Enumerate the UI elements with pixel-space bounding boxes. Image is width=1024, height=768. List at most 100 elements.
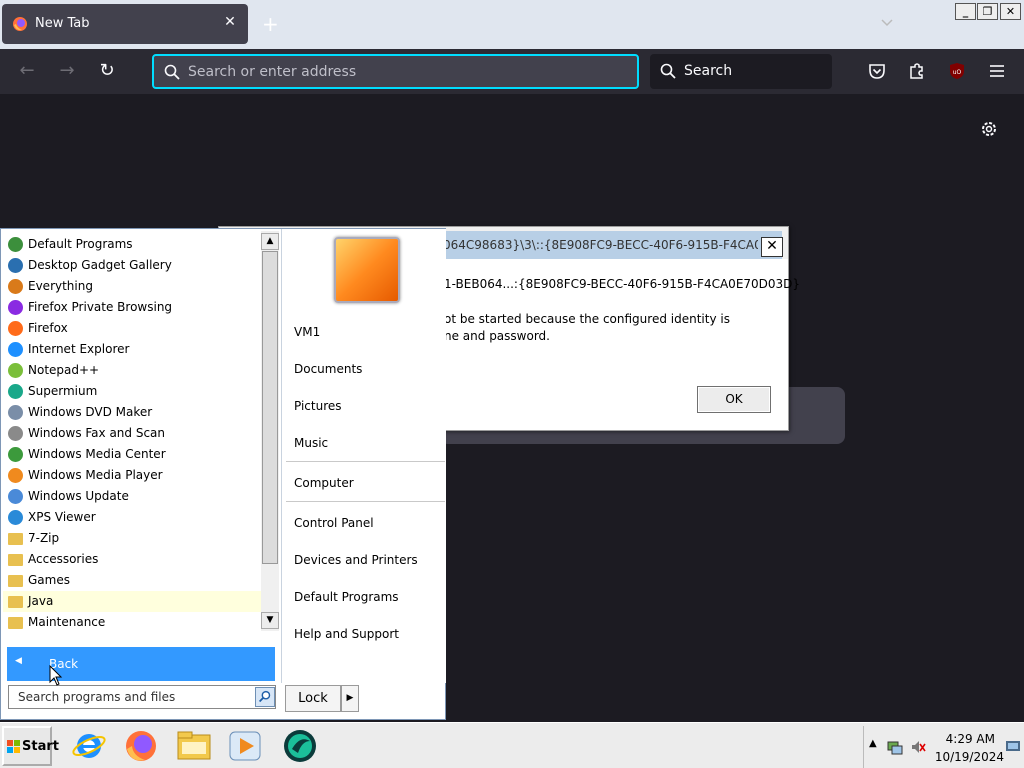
user-avatar[interactable] xyxy=(334,237,400,303)
extensions-icon[interactable] xyxy=(907,61,927,81)
program-item[interactable]: Windows Media Player xyxy=(3,465,261,486)
program-item[interactable]: Internet Explorer xyxy=(3,339,261,360)
volume-muted-icon[interactable] xyxy=(910,739,926,755)
start-button[interactable]: Start xyxy=(2,726,59,766)
program-item[interactable]: XPS Viewer xyxy=(3,507,261,528)
show-hidden-icons-icon[interactable]: ▲ xyxy=(869,738,877,749)
program-item[interactable]: Notepad++ xyxy=(3,360,261,381)
dialog-close-button[interactable]: ✕ xyxy=(761,237,783,257)
lock-button[interactable]: Lock xyxy=(285,685,341,712)
ok-button[interactable]: OK xyxy=(697,386,771,413)
program-label: Desktop Gadget Gallery xyxy=(28,258,172,272)
program-label: Notepad++ xyxy=(28,363,100,377)
program-item[interactable]: Windows DVD Maker xyxy=(3,402,261,423)
user-name-link[interactable]: VM1 xyxy=(294,325,320,339)
pocket-icon[interactable] xyxy=(867,61,887,81)
program-item[interactable]: Windows Update xyxy=(3,486,261,507)
svg-text:uO: uO xyxy=(953,69,962,76)
program-label: Maintenance xyxy=(28,615,106,629)
ublock-icon[interactable]: uO xyxy=(947,61,967,81)
dvd-maker-icon xyxy=(8,405,23,420)
clock-date[interactable]: 10/19/2024 xyxy=(934,750,1004,764)
program-item[interactable]: 7-Zip xyxy=(3,528,261,549)
clock-time[interactable]: 4:29 AM xyxy=(939,732,995,746)
documents-link[interactable]: Documents xyxy=(294,362,362,376)
private-browsing-icon xyxy=(8,300,23,315)
program-item[interactable]: Supermium xyxy=(3,381,261,402)
windows-update-icon xyxy=(8,489,23,504)
scroll-thumb[interactable] xyxy=(262,251,278,564)
explorer-icon[interactable] xyxy=(174,727,214,765)
program-label: Windows Update xyxy=(28,489,129,503)
tab-title: New Tab xyxy=(35,16,90,31)
program-item[interactable]: Windows Media Center xyxy=(3,444,261,465)
program-item[interactable]: Windows Fax and Scan xyxy=(3,423,261,444)
dialog-title: 064C98683}\3\::{8E908FC9-BECC-40F6-915B-… xyxy=(443,238,758,252)
settings-icon[interactable] xyxy=(979,119,999,139)
program-label: Internet Explorer xyxy=(28,342,130,356)
reload-button[interactable]: ↻ xyxy=(96,61,118,83)
tab-close-icon[interactable]: ✕ xyxy=(222,14,238,32)
default-programs-link[interactable]: Default Programs xyxy=(294,590,399,604)
network-icon[interactable] xyxy=(887,739,903,755)
program-label: Windows Media Player xyxy=(28,468,163,482)
forward-button[interactable]: → xyxy=(56,61,78,83)
show-desktop-icon[interactable] xyxy=(1005,738,1021,754)
program-item[interactable]: Games xyxy=(3,570,261,591)
search-programs-input[interactable] xyxy=(11,688,249,706)
program-item[interactable]: Firefox xyxy=(3,318,261,339)
tab-new-tab[interactable]: New Tab ✕ xyxy=(2,4,248,44)
devices-printers-link[interactable]: Devices and Printers xyxy=(294,553,418,567)
control-panel-link[interactable]: Control Panel xyxy=(294,516,374,530)
scroll-up-button[interactable]: ▲ xyxy=(261,233,279,250)
program-label: Accessories xyxy=(28,552,99,566)
folder-icon xyxy=(8,596,23,608)
search-programs-box[interactable] xyxy=(8,685,276,709)
program-item[interactable]: Maintenance xyxy=(3,612,261,631)
program-item[interactable]: Firefox Private Browsing xyxy=(3,297,261,318)
program-label: Windows Fax and Scan xyxy=(28,426,166,440)
program-label: Supermium xyxy=(28,384,98,398)
internet-explorer-icon[interactable] xyxy=(69,727,109,765)
menu-icon[interactable] xyxy=(987,61,1007,81)
media-player-icon[interactable] xyxy=(225,727,265,765)
pictures-link[interactable]: Pictures xyxy=(294,399,342,413)
separator xyxy=(286,461,445,462)
program-item[interactable]: Java xyxy=(3,591,261,612)
windows-flag-icon xyxy=(7,740,20,753)
url-bar[interactable] xyxy=(152,54,639,89)
xps-viewer-icon xyxy=(8,510,23,525)
back-button[interactable]: ◀ Back xyxy=(7,647,275,681)
restore-button[interactable]: ❐ xyxy=(977,3,998,20)
folder-icon xyxy=(8,575,23,587)
minimize-button[interactable]: _ xyxy=(955,3,976,20)
scroll-down-button[interactable]: ▼ xyxy=(261,612,279,629)
programs-scrollbar[interactable]: ▲ ▼ xyxy=(261,231,279,631)
notepadpp-icon xyxy=(8,363,23,378)
dialog-message-line: ot be started because the configured ide… xyxy=(444,312,730,326)
search-input[interactable] xyxy=(684,61,824,81)
program-item[interactable]: Default Programs xyxy=(3,234,261,255)
folder-icon xyxy=(8,533,23,545)
taskbar: Start ▲ 4:29 AM 10/19/2024 xyxy=(0,722,1024,768)
new-tab-button[interactable]: + xyxy=(262,14,279,34)
search-go-icon[interactable] xyxy=(255,687,275,707)
search-bar[interactable] xyxy=(650,54,832,89)
firefox-icon[interactable] xyxy=(121,727,161,765)
search-icon xyxy=(164,64,180,80)
back-button[interactable]: ← xyxy=(16,61,38,83)
program-item[interactable]: Desktop Gadget Gallery xyxy=(3,255,261,276)
music-link[interactable]: Music xyxy=(294,436,328,450)
program-item[interactable]: Accessories xyxy=(3,549,261,570)
ie-icon xyxy=(8,342,23,357)
help-support-link[interactable]: Help and Support xyxy=(294,627,399,641)
program-item[interactable]: Everything xyxy=(3,276,261,297)
close-window-button[interactable]: ✕ xyxy=(1000,3,1021,20)
start-label: Start xyxy=(22,739,59,754)
list-all-tabs-icon[interactable] xyxy=(880,16,894,30)
computer-link[interactable]: Computer xyxy=(294,476,354,490)
shutdown-options-button[interactable]: ▶ xyxy=(341,685,359,712)
url-input[interactable] xyxy=(188,62,628,82)
nav-toolbar: ← → ↻ uO xyxy=(0,49,1024,94)
supermium-icon[interactable] xyxy=(280,727,320,765)
